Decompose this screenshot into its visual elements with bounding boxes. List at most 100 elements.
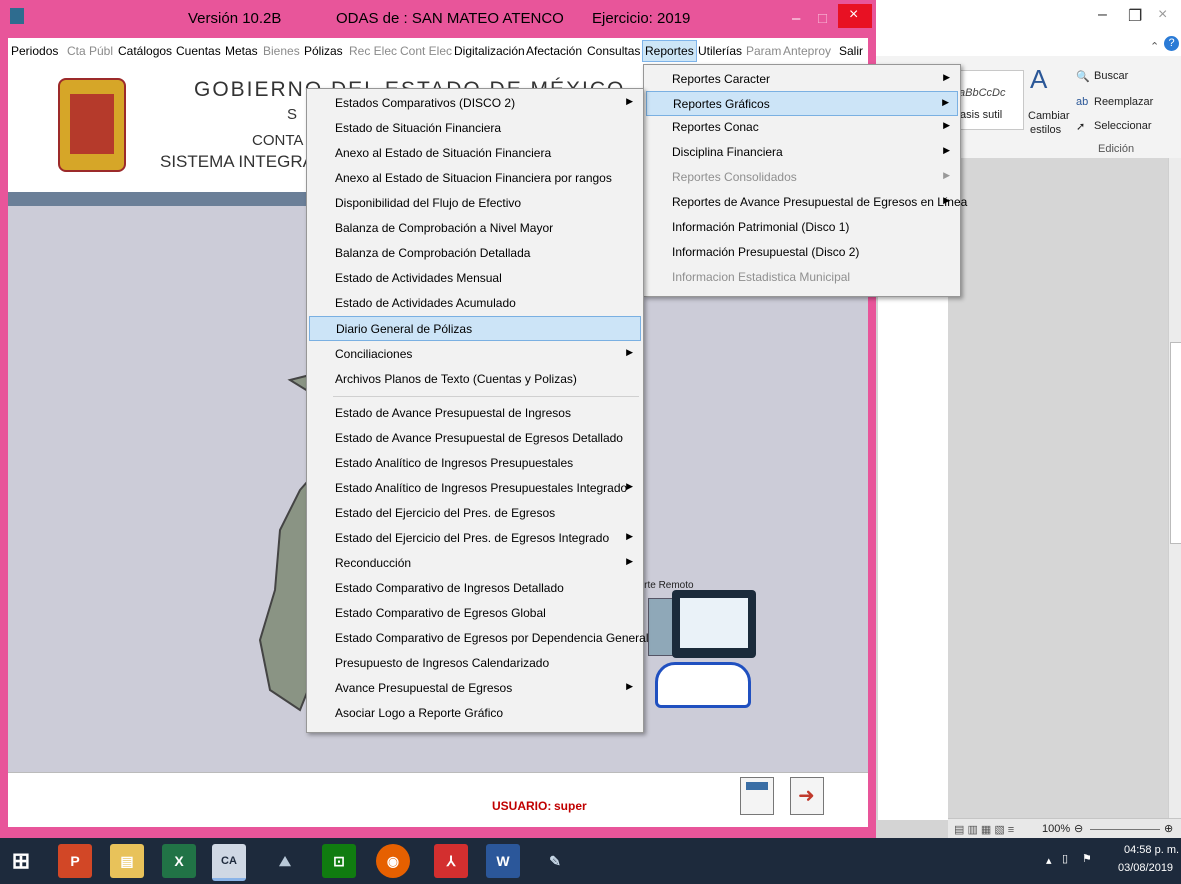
help-icon[interactable]: ?: [1164, 36, 1179, 51]
graficos-item[interactable]: Balanza de Comprobación a Nivel Mayor: [309, 216, 641, 241]
word-close-button[interactable]: ×: [1158, 6, 1167, 24]
menu-catalogos[interactable]: Catálogos: [118, 44, 172, 58]
zoom-out-button[interactable]: ⊖: [1074, 822, 1083, 835]
graficos-item[interactable]: Asociar Logo a Reporte Gráfico: [309, 701, 641, 726]
zoom-slider[interactable]: [1090, 829, 1160, 830]
view-buttons[interactable]: ▤ ▥ ▦ ▧ ≡: [954, 823, 1014, 836]
replace-icon: ab: [1076, 96, 1089, 108]
window-title: ODAS de : SAN MATEO ATENCO: [336, 10, 564, 27]
cal-app-taskbar-icon[interactable]: CA: [212, 844, 246, 881]
store-taskbar-icon[interactable]: ⊡: [322, 844, 356, 878]
graficos-item[interactable]: Estado Comparativo de Egresos Global: [309, 601, 641, 626]
app-icon[interactable]: [10, 8, 24, 24]
graficos-item[interactable]: Diario General de Pólizas: [309, 316, 641, 341]
reportes-item[interactable]: Informacion Estadistica Municipal: [646, 265, 958, 290]
graficos-item[interactable]: Estado Comparativo de Ingresos Detallado: [309, 576, 641, 601]
maximize-button[interactable]: □: [818, 10, 827, 27]
graficos-item[interactable]: Estado Comparativo de Egresos por Depend…: [309, 626, 649, 651]
menu-afectacion[interactable]: Afectación: [526, 44, 582, 58]
graficos-item[interactable]: Estado de Actividades Acumulado: [309, 291, 641, 316]
graficos-item[interactable]: Reconducción ▶: [309, 551, 641, 576]
start-button[interactable]: ⊞: [4, 844, 38, 878]
graficos-item[interactable]: Estado del Ejercicio del Pres. de Egreso…: [309, 501, 641, 526]
menu-cta-publ[interactable]: Cta Públ: [67, 44, 113, 58]
menu-polizas[interactable]: Pólizas: [304, 44, 343, 58]
close-button[interactable]: ×: [838, 4, 872, 28]
graficos-item[interactable]: Estado de Actividades Mensual: [309, 266, 641, 291]
menu-utilerias[interactable]: Utilerías: [698, 44, 742, 58]
find-icon: 🔍: [1076, 71, 1090, 83]
graficos-item[interactable]: Estados Comparativos (DISCO 2) ▶: [309, 91, 641, 116]
reportes-item[interactable]: Reportes Gráficos ▶: [646, 91, 958, 116]
menu-rec-elec[interactable]: Rec Elec: [349, 44, 397, 58]
zoom-in-button[interactable]: ⊕: [1164, 822, 1173, 835]
graficos-item[interactable]: Estado de Avance Presupuestal de Egresos…: [309, 426, 641, 451]
graficos-item[interactable]: Archivos Planos de Texto (Cuentas y Poli…: [309, 367, 641, 392]
graficos-item[interactable]: Estado Analítico de Ingresos Presupuesta…: [309, 451, 641, 476]
graficos-item[interactable]: Estado de Avance Presupuestal de Ingreso…: [309, 401, 641, 426]
graficos-item[interactable]: Anexo al Estado de Situación Financiera: [309, 141, 641, 166]
menu-salir[interactable]: Salir: [839, 44, 863, 58]
menu-cont-elec[interactable]: Cont Elec: [400, 44, 452, 58]
word-scroll-thumb[interactable]: [1170, 342, 1181, 544]
submenu-arrow-icon: ▶: [943, 72, 950, 82]
excel-taskbar-icon[interactable]: X: [162, 844, 196, 878]
acrobat-taskbar-icon[interactable]: ⅄: [434, 844, 468, 878]
graficos-item[interactable]: Estado del Ejercicio del Pres. de Egreso…: [309, 526, 641, 551]
menu-bienes[interactable]: Bienes: [263, 44, 300, 58]
graficos-item[interactable]: Disponibilidad del Flujo de Efectivo: [309, 191, 641, 216]
menu-consultas[interactable]: Consultas: [587, 44, 640, 58]
reportes-item[interactable]: Información Patrimonial (Disco 1): [646, 215, 958, 240]
graficos-item[interactable]: Anexo al Estado de Situacion Financiera …: [309, 166, 641, 191]
menu-anteproy[interactable]: Anteproy: [783, 44, 831, 58]
word-restore-button[interactable]: ❐: [1128, 6, 1142, 26]
change-styles-icon[interactable]: A: [1030, 64, 1047, 95]
calculator-button[interactable]: [740, 777, 774, 815]
exit-door-icon: ➜: [798, 785, 815, 807]
network-icon[interactable]: ▯: [1062, 852, 1068, 865]
word-taskbar-icon[interactable]: W: [486, 844, 520, 878]
menu-param[interactable]: Param: [746, 44, 781, 58]
find-button[interactable]: Buscar: [1094, 70, 1128, 82]
photos-taskbar-icon[interactable]: ⛰: [268, 844, 302, 878]
graficos-item[interactable]: Avance Presupuestal de Egresos ▶: [309, 676, 641, 701]
tray-chevron-icon[interactable]: ▴: [1046, 854, 1052, 867]
zoom-level[interactable]: 100%: [1042, 823, 1070, 835]
submenu-arrow-icon: ▶: [942, 97, 949, 107]
reportes-item[interactable]: Información Presupuestal (Disco 2): [646, 240, 958, 265]
file-explorer-taskbar-icon[interactable]: ▤: [110, 844, 144, 878]
exit-door-button[interactable]: ➜: [790, 777, 824, 815]
odas-statusbar: USUARIO: super ➜: [8, 772, 868, 827]
firefox-taskbar-icon[interactable]: ◉: [376, 844, 410, 878]
menu-digitalizacion[interactable]: Digitalización: [454, 44, 525, 58]
submenu-arrow-icon: ▶: [943, 145, 950, 155]
minimize-button[interactable]: –: [792, 10, 800, 27]
reportes-item[interactable]: Reportes Conac ▶: [646, 115, 958, 140]
reportes-item[interactable]: Disciplina Financiera ▶: [646, 140, 958, 165]
change-styles-label-2[interactable]: estilos: [1030, 124, 1061, 136]
menu-metas[interactable]: Metas: [225, 44, 258, 58]
clock-date[interactable]: 03/08/2019: [1118, 862, 1173, 874]
graficos-item[interactable]: Estado de Situación Financiera: [309, 116, 641, 141]
ribbon-collapse-icon[interactable]: ⌃: [1150, 40, 1159, 53]
reportes-item[interactable]: Reportes de Avance Presupuestal de Egres…: [646, 190, 967, 215]
clock-time[interactable]: 04:58 p. m.: [1124, 844, 1179, 856]
replace-button[interactable]: Reemplazar: [1094, 96, 1153, 108]
paint-taskbar-icon[interactable]: ✎: [538, 844, 572, 878]
graficos-item[interactable]: Estado Analítico de Ingresos Presupuesta…: [309, 476, 641, 501]
reportes-item[interactable]: Reportes Caracter ▶: [646, 67, 958, 92]
graficos-item[interactable]: Balanza de Comprobación Detallada: [309, 241, 641, 266]
reportes-item[interactable]: Reportes Consolidados ▶: [646, 165, 958, 190]
graficos-item[interactable]: Presupuesto de Ingresos Calendarizado: [309, 651, 641, 676]
word-minimize-button[interactable]: –: [1098, 6, 1107, 24]
select-button[interactable]: Seleccionar: [1094, 120, 1151, 132]
word-vertical-scrollbar[interactable]: [1168, 158, 1181, 820]
flag-icon[interactable]: ⚑: [1082, 852, 1092, 865]
menu-cuentas[interactable]: Cuentas: [176, 44, 221, 58]
menu-reportes[interactable]: Reportes: [642, 40, 697, 62]
menu-periodos[interactable]: Periodos: [11, 44, 58, 58]
change-styles-label-1[interactable]: Cambiar: [1028, 110, 1070, 122]
graficos-item[interactable]: Conciliaciones ▶: [309, 342, 641, 367]
submenu-arrow-icon: ▶: [626, 96, 633, 106]
powerpoint-taskbar-icon[interactable]: P: [58, 844, 92, 878]
